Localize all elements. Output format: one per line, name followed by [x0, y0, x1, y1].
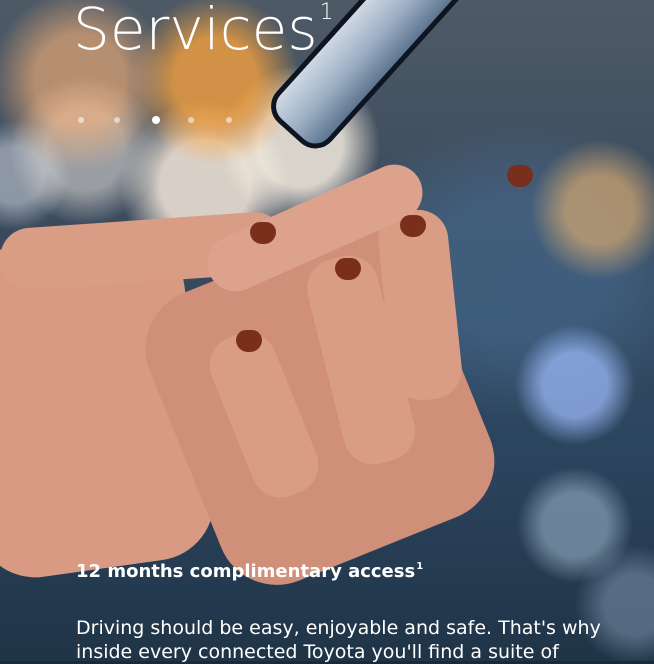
carousel-dot[interactable] [226, 117, 232, 123]
carousel-dot[interactable] [114, 117, 120, 123]
fingernail [507, 165, 533, 187]
fingernail [335, 258, 361, 280]
fingernail [250, 222, 276, 244]
page-title: Services1 [73, 0, 334, 63]
carousel-dot[interactable] [188, 117, 194, 123]
body-line: inside every connected Toyota you'll fin… [76, 641, 559, 663]
footnote-marker: 1 [319, 0, 334, 25]
body-line: Driving should be easy, enjoyable and sa… [76, 617, 601, 639]
carousel-dot-active[interactable] [152, 116, 160, 124]
fingernail [400, 215, 426, 237]
carousel-dot[interactable] [78, 117, 84, 123]
footnote-marker: 1 [416, 561, 424, 572]
fingernail [236, 330, 262, 352]
section-subheading-text: 12 months complimentary access [76, 561, 416, 582]
section-subheading: 12 months complimentary access1 [76, 561, 423, 582]
body-paragraph: Driving should be easy, enjoyable and sa… [76, 616, 654, 664]
page-title-text: Services [73, 0, 318, 63]
